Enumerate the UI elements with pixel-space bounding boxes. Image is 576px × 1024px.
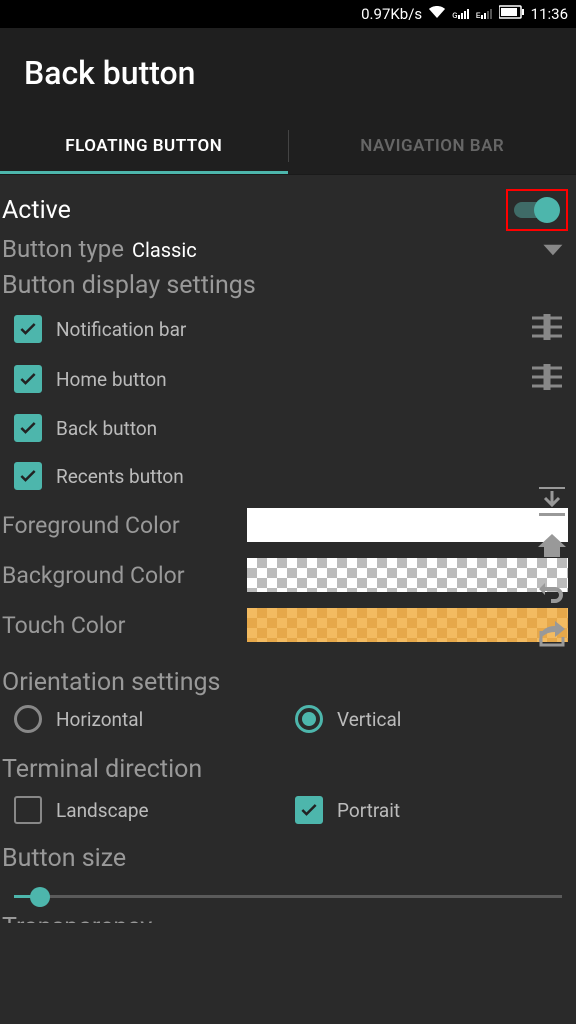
button-type-label: Button type bbox=[2, 235, 124, 263]
network-speed: 0.97Kb/s bbox=[361, 5, 422, 23]
content: Active Button type Classic ▼ Button disp… bbox=[0, 175, 576, 923]
button-size-slider[interactable] bbox=[14, 885, 562, 909]
button-size-title: Button size bbox=[0, 840, 576, 877]
header: Back button bbox=[0, 28, 576, 118]
chevron-down-icon: ▼ bbox=[537, 239, 569, 260]
checkbox-portrait[interactable]: Portrait bbox=[295, 796, 576, 824]
checkbox-notification-bar[interactable] bbox=[14, 315, 42, 343]
clock: 11:36 bbox=[531, 5, 568, 23]
transparency-title: Transparency bbox=[0, 909, 576, 923]
background-color-swatch[interactable] bbox=[247, 558, 568, 592]
terminal-title: Terminal direction bbox=[0, 751, 576, 788]
battery-icon bbox=[499, 5, 525, 23]
display-settings-title: Button display settings bbox=[0, 267, 576, 304]
checkbox-home-button[interactable] bbox=[14, 365, 42, 393]
touch-color-label: Touch Color bbox=[2, 612, 227, 639]
highlight-box bbox=[506, 189, 568, 231]
foreground-color-row[interactable]: Foreground Color bbox=[0, 500, 576, 550]
active-label: Active bbox=[2, 196, 71, 225]
foreground-color-label: Foreground Color bbox=[2, 512, 227, 539]
radio-vertical[interactable]: Vertical bbox=[295, 705, 576, 733]
button-type-dropdown[interactable]: Button type Classic ▼ bbox=[0, 233, 576, 267]
undo-icon[interactable] bbox=[530, 568, 574, 612]
share-icon[interactable] bbox=[530, 612, 574, 656]
signal-icon-1: ɢ bbox=[452, 7, 470, 21]
checkbox-recents-button[interactable] bbox=[14, 462, 42, 490]
button-type-value: Classic bbox=[132, 238, 197, 262]
tab-floating-button[interactable]: FLOATING BUTTON bbox=[0, 118, 288, 174]
wifi-icon bbox=[428, 5, 446, 23]
page-title: Back button bbox=[24, 54, 560, 92]
tabs: FLOATING BUTTON NAVIGATION BAR bbox=[0, 118, 576, 175]
signal-icon-2: ᴇ bbox=[476, 7, 493, 21]
foreground-color-swatch[interactable] bbox=[247, 508, 568, 542]
checkbox-back-button[interactable] bbox=[14, 414, 42, 442]
touch-color-row[interactable]: Touch Color bbox=[0, 600, 576, 650]
status-bar: 0.97Kb/s ɢ ᴇ 11:36 bbox=[0, 0, 576, 28]
home-icon[interactable] bbox=[530, 524, 574, 568]
touch-color-swatch[interactable] bbox=[247, 608, 568, 642]
settings-icon-2[interactable] bbox=[532, 364, 562, 394]
back-button-label: Back button bbox=[56, 417, 157, 440]
recents-button-label: Recents button bbox=[56, 465, 184, 488]
checkbox-landscape[interactable]: Landscape bbox=[14, 796, 295, 824]
home-button-label: Home button bbox=[56, 368, 167, 391]
tab-navigation-bar[interactable]: NAVIGATION BAR bbox=[289, 118, 576, 174]
active-toggle[interactable] bbox=[514, 197, 560, 223]
radio-horizontal[interactable]: Horizontal bbox=[14, 705, 295, 733]
background-color-label: Background Color bbox=[2, 562, 227, 589]
floating-side-icons bbox=[530, 480, 574, 656]
orientation-title: Orientation settings bbox=[0, 664, 576, 701]
settings-icon-1[interactable] bbox=[532, 314, 562, 344]
download-icon[interactable] bbox=[530, 480, 574, 524]
notification-bar-label: Notification bar bbox=[56, 318, 186, 341]
background-color-row[interactable]: Background Color bbox=[0, 550, 576, 600]
